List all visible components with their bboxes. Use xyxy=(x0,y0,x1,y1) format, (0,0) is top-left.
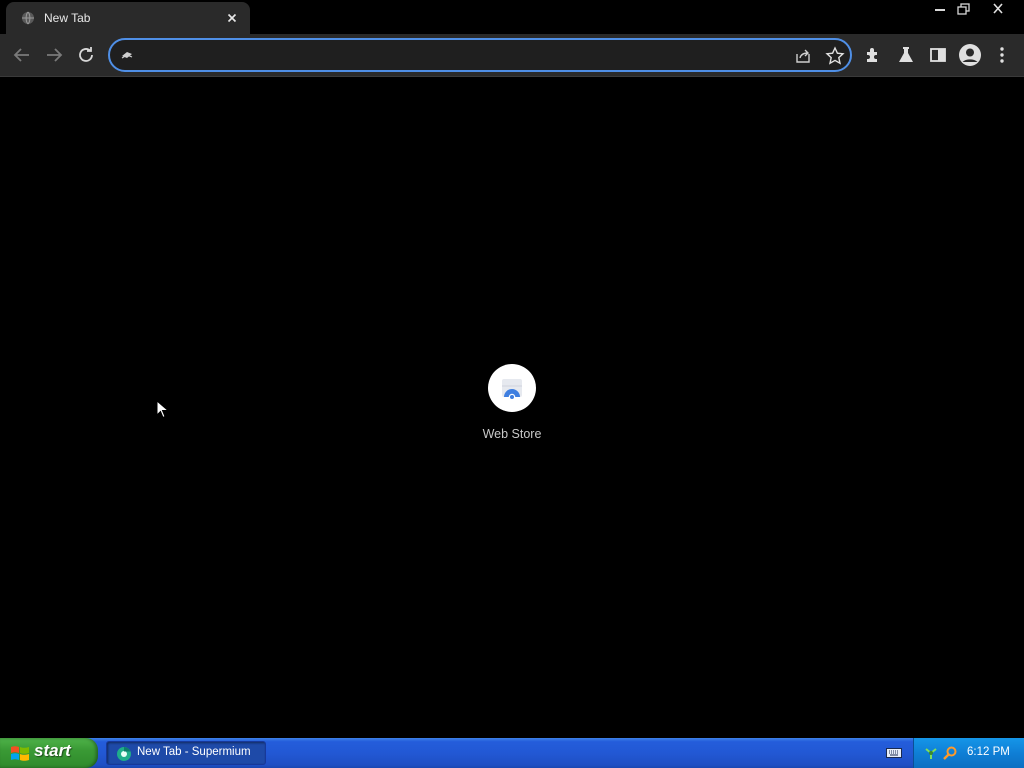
supermium-icon xyxy=(117,747,131,761)
desktop-screen: New Tab Web Store start New Tab - Superm… xyxy=(0,0,1024,768)
window-close-icon[interactable] xyxy=(984,0,1012,18)
keyboard-icon[interactable] xyxy=(886,747,902,759)
browser-toolbar xyxy=(0,34,1024,77)
reload-icon[interactable] xyxy=(74,43,98,67)
new-tab-page: Web Store xyxy=(0,78,1024,738)
web-store-icon xyxy=(502,379,522,401)
address-bar[interactable] xyxy=(108,38,852,72)
system-tray: 6:12 PM xyxy=(913,738,1024,768)
shortcut-label: Web Store xyxy=(482,427,542,441)
taskbar: start New Tab - Supermium 6:12 PM xyxy=(0,738,1024,768)
share-icon[interactable] xyxy=(792,45,814,67)
network-icon[interactable] xyxy=(924,746,938,760)
forward-arrow-icon[interactable] xyxy=(42,43,66,67)
taskbar-item-label: New Tab - Supermium xyxy=(137,746,251,758)
minimize-icon[interactable] xyxy=(928,0,952,18)
search-icon[interactable] xyxy=(942,745,958,761)
restore-icon[interactable] xyxy=(952,0,976,18)
mouse-cursor-icon xyxy=(156,400,170,419)
star-icon[interactable] xyxy=(824,45,846,67)
search-engine-icon xyxy=(121,52,133,59)
kebab-menu-icon[interactable] xyxy=(990,43,1014,67)
omnibox-input[interactable] xyxy=(144,45,784,65)
extensions-puzzle-icon[interactable] xyxy=(862,43,886,67)
taskbar-item-supermium[interactable]: New Tab - Supermium xyxy=(106,741,266,765)
shortcut-icon-circle xyxy=(488,364,536,412)
close-icon[interactable] xyxy=(225,11,239,25)
start-label: start xyxy=(34,741,71,760)
shortcut-web-store[interactable]: Web Store xyxy=(472,364,552,446)
start-button[interactable]: start xyxy=(0,738,98,768)
side-panel-icon[interactable] xyxy=(926,43,950,67)
labs-flask-icon[interactable] xyxy=(894,43,918,67)
clock: 6:12 PM xyxy=(967,746,1010,758)
windows-logo-icon xyxy=(11,746,29,761)
browser-titlebar: New Tab xyxy=(0,0,1024,34)
back-arrow-icon[interactable] xyxy=(10,43,34,67)
profile-avatar-icon[interactable] xyxy=(958,43,982,67)
tab-new-tab[interactable]: New Tab xyxy=(6,2,250,34)
globe-icon xyxy=(22,11,34,25)
tab-title: New Tab xyxy=(44,11,91,25)
